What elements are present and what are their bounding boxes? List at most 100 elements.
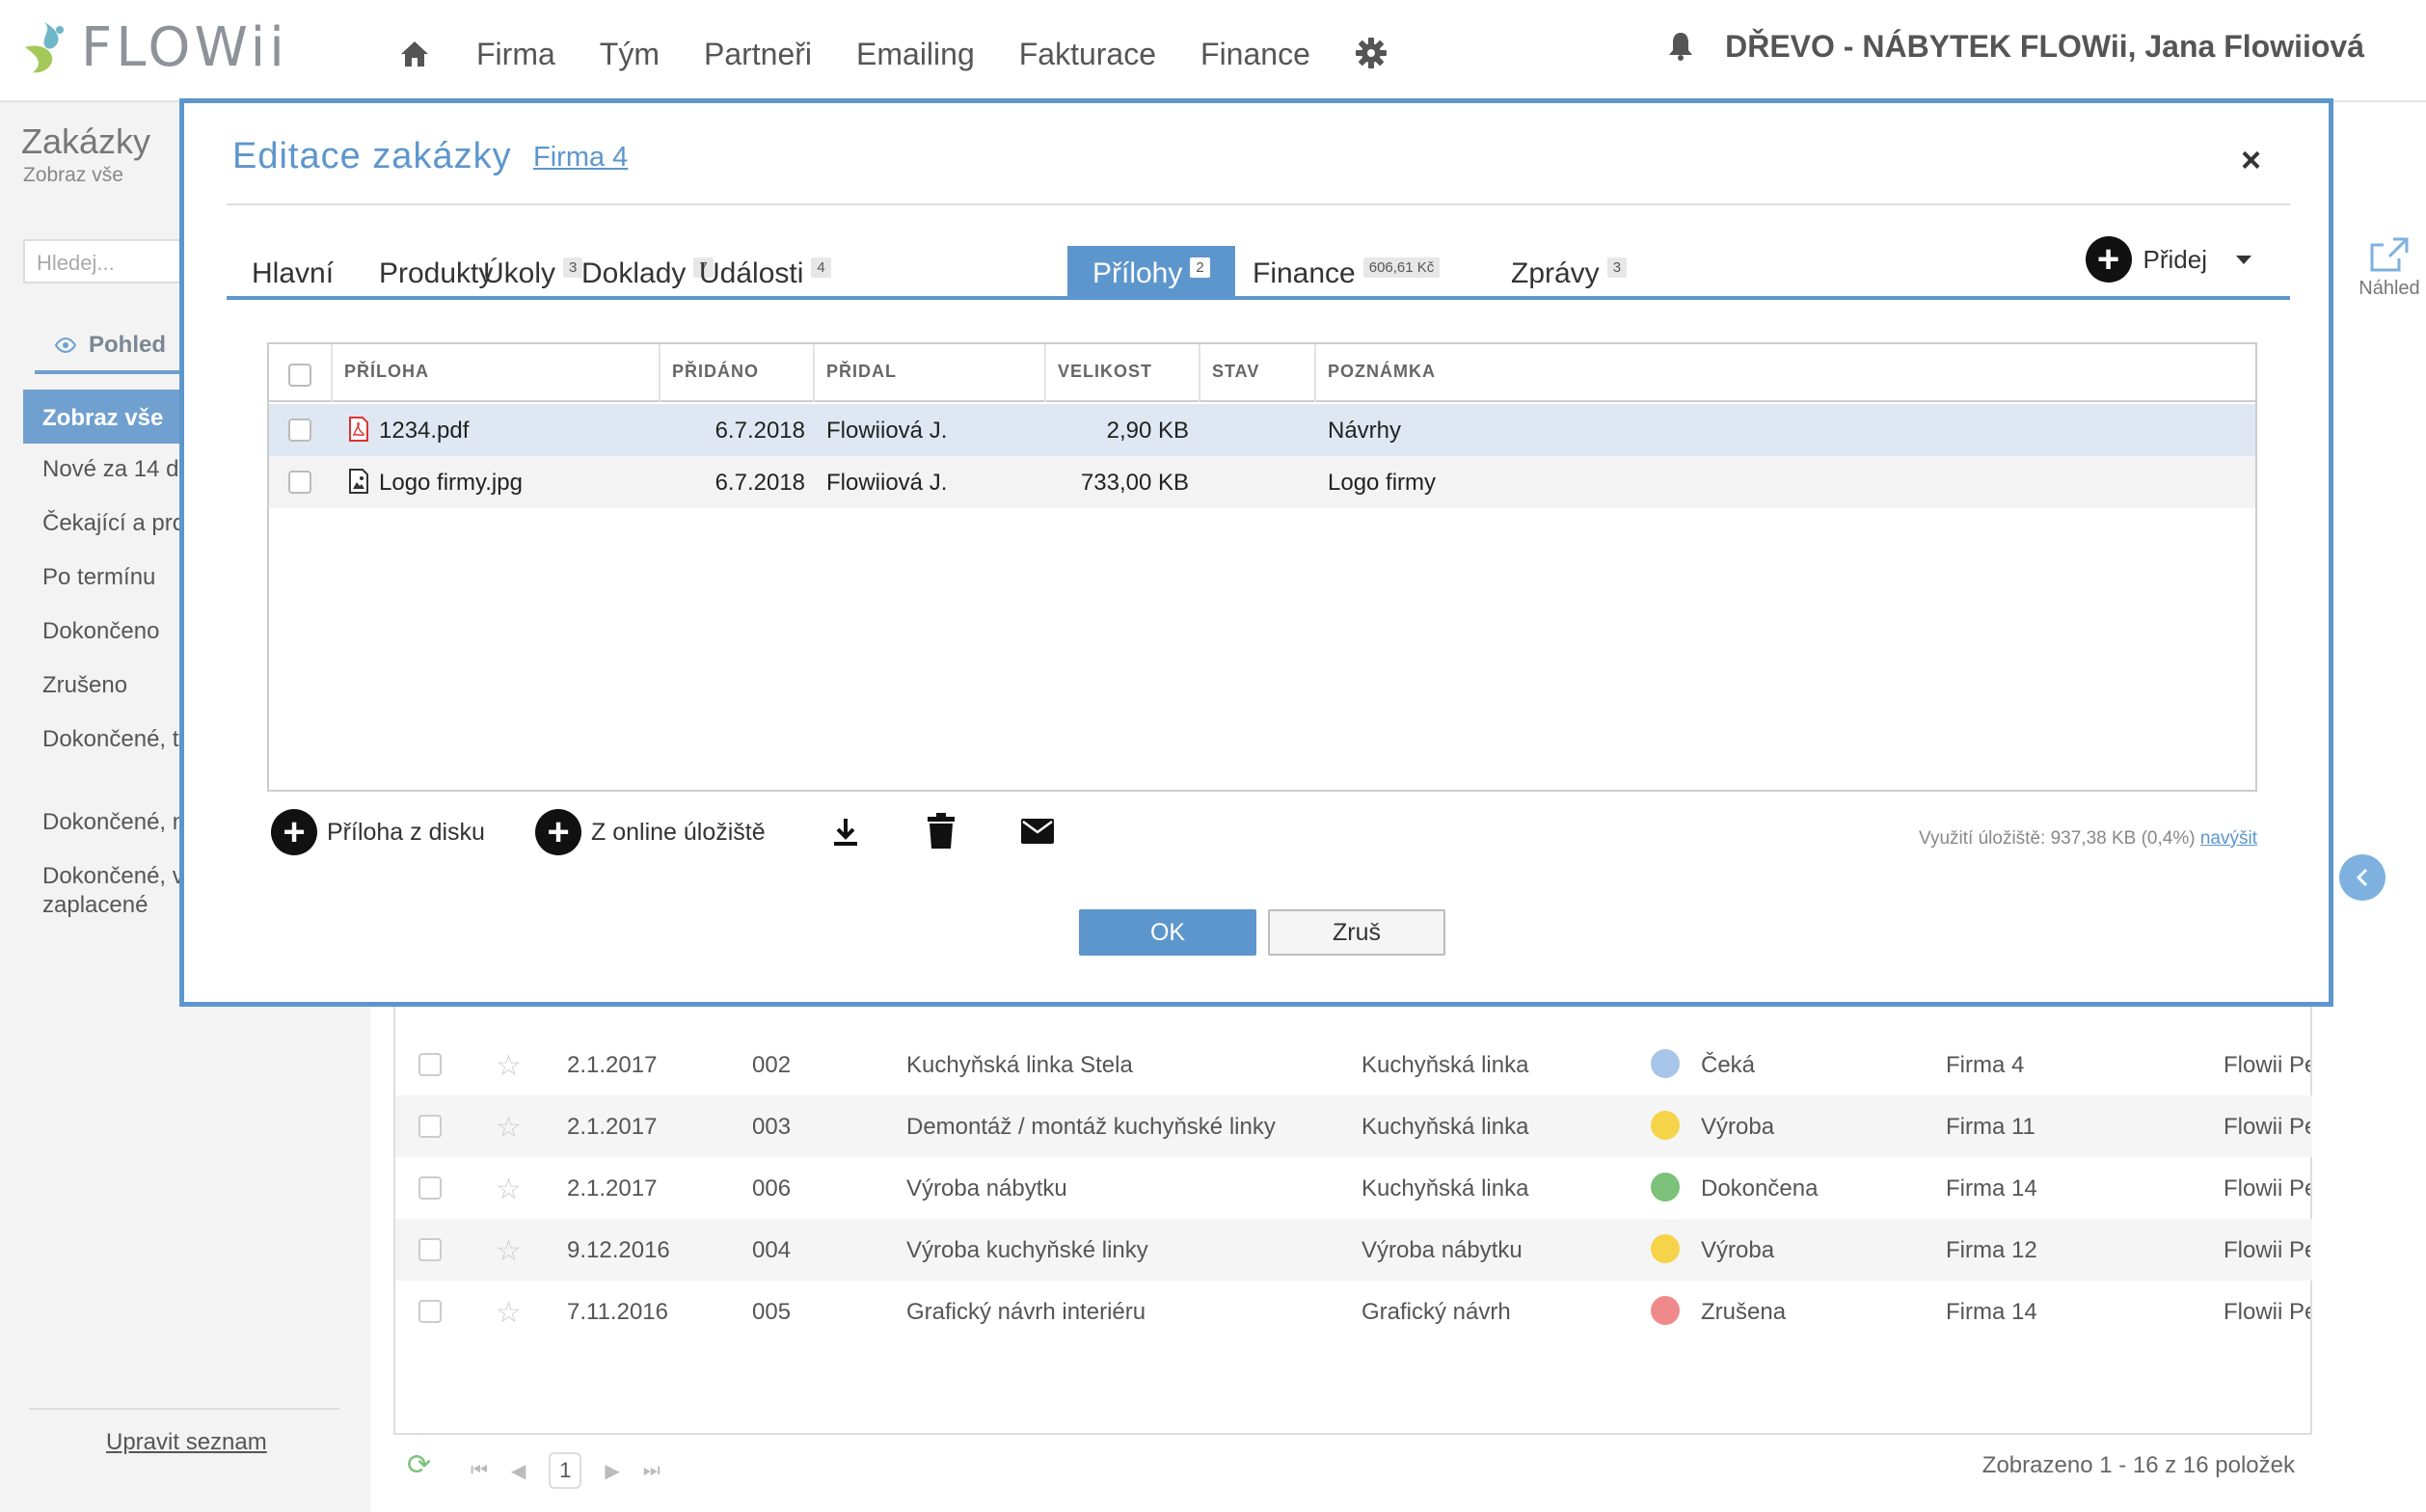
tab-hlavni[interactable]: Hlavní [227,246,359,296]
download-icon[interactable] [832,817,859,848]
table-row[interactable]: ☆ 2.1.2017 002 Kuchyňská linka Stela Kuc… [395,1034,2312,1095]
firm-link[interactable]: Firma 4 [533,142,628,174]
tab-finance[interactable]: Finance 606,61 Kč [1227,246,1465,296]
email-icon[interactable] [1021,819,1054,844]
cell-status: Čeká [1701,1052,1756,1078]
row-checkbox[interactable] [418,1300,442,1323]
nav-item-fakturace[interactable]: Fakturace [1019,37,1156,72]
table-row[interactable]: ☆ 9.12.2016 004 Výroba kuchyňské linky V… [395,1219,2312,1281]
home-icon[interactable] [395,35,434,73]
cell-filename[interactable]: 1234.pdf [379,418,469,445]
upload-from-disk-button[interactable]: + Příloha z disku [271,809,485,855]
next-page-icon[interactable]: ▶ [605,1459,619,1483]
first-page-icon[interactable]: ⏮ [471,1460,488,1482]
table-row[interactable]: ☆ 2.1.2017 006 Výroba nábytku Kuchyňská … [395,1157,2312,1219]
cell-name: Grafický návrh interiéru [906,1299,1146,1325]
star-icon[interactable]: ☆ [496,1111,522,1145]
cell-type: Kuchyňská linka [1361,1175,1529,1202]
play-icon [1651,1234,1680,1263]
nav-item-finance[interactable]: Finance [1200,37,1310,72]
row-checkbox[interactable] [418,1053,442,1076]
preview-button[interactable]: Náhled [2351,237,2426,300]
tab-badge: 606,61 Kč [1362,256,1441,278]
nav-item-tym[interactable]: Tým [600,37,660,72]
bell-icon[interactable] [1667,31,1700,64]
column-header[interactable]: VELIKOST [1046,344,1200,402]
row-checkbox[interactable] [418,1238,442,1261]
attachment-actions: + Příloha z disku + Z online úložiště Vy… [271,794,2257,863]
edit-order-dialog: Editace zakázky Firma 4 × Hlavní Produkt… [179,98,2333,1007]
refresh-icon[interactable]: ⟳ [407,1448,431,1482]
user-name[interactable]: DŘEVO - NÁBYTEK FLOWii, Jana Flowiiová [1725,29,2364,65]
add-button[interactable]: + Přidej [2085,236,2251,283]
header-select [269,344,333,402]
section-subtitle: Zobraz vše [23,164,123,186]
tab-udalosti[interactable]: Události 4 [674,246,856,296]
orders-table: ☆ 2.1.2017 002 Kuchyňská linka Stela Kuc… [393,993,2312,1435]
tab-label: Události [699,257,804,289]
column-header[interactable]: PŘIDAL [815,344,1046,402]
select-all-checkbox[interactable] [288,364,311,387]
increase-storage-link[interactable]: navýšit [2200,828,2257,849]
last-page-icon[interactable]: ⏭ [643,1460,660,1482]
cell-type: Kuchyňská linka [1361,1052,1529,1078]
row-checkbox[interactable] [288,471,311,494]
storage-text: Využití úložiště: 937,38 KB (0,4%) [1919,828,2196,849]
star-icon[interactable]: ☆ [496,1173,522,1206]
cell-firm: Firma 14 [1946,1175,2037,1202]
row-checkbox[interactable] [288,418,311,442]
tab-zpravy[interactable]: Zprávy 3 [1486,246,1652,296]
preview-label: Náhled [2359,278,2420,299]
table-row[interactable]: 1234.pdf 6.7.2018 Flowiiová J. 2,90 KB N… [269,404,2255,456]
nav-item-firma[interactable]: Firma [476,37,555,72]
table-row[interactable]: ☆ 7.11.2016 005 Grafický návrh interiéru… [395,1281,2312,1342]
table-row[interactable]: Logo firmy.jpg 6.7.2018 Flowiiová J. 733… [269,456,2255,508]
collapse-button[interactable] [2339,854,2386,901]
cancel-button[interactable]: Zruš [1268,909,1445,956]
tab-label: Finance [1253,257,1356,289]
cell-type: Kuchyňská linka [1361,1114,1529,1140]
chevron-down-icon[interactable] [2236,255,2251,264]
tab-prilohy[interactable]: Přílohy 2 [1067,246,1235,296]
star-icon[interactable]: ☆ [496,1049,522,1083]
cell-owner: Flowii Petr [2224,1114,2310,1140]
row-checkbox[interactable] [418,1115,442,1138]
gear-icon[interactable] [1355,37,1389,71]
cell-status: Zrušena [1701,1299,1787,1325]
tab-label: Hlavní [252,257,335,289]
column-header[interactable]: PŘIDÁNO [660,344,815,402]
trash-icon[interactable] [927,813,956,850]
cell-filename[interactable]: Logo firmy.jpg [379,470,523,497]
column-header[interactable]: PŘÍLOHA [333,344,660,402]
nav-item-emailing[interactable]: Emailing [856,37,975,72]
cell-number: 005 [752,1299,792,1325]
user-area: DŘEVO - NÁBYTEK FLOWii, Jana Flowiiová [1667,29,2364,65]
upload-from-online-button[interactable]: + Z online úložiště [535,809,766,855]
dialog-title: Editace zakázky [232,136,512,176]
row-checkbox[interactable] [418,1176,442,1200]
prev-page-icon[interactable]: ◀ [511,1459,526,1483]
close-icon[interactable]: × [2241,140,2261,180]
tab-label: Přílohy [1092,257,1183,289]
cell-firm: Firma 4 [1946,1052,2025,1078]
current-page[interactable]: 1 [549,1452,582,1489]
cell-date: 2.1.2017 [567,1175,658,1202]
tab-badge: 4 [811,256,831,278]
flowii-logo-icon [25,22,64,73]
pagination: ⏮ ◀ 1 ▶ ⏭ [471,1452,684,1489]
divider [227,203,2290,205]
logo[interactable]: FLOWii [21,15,288,79]
star-icon[interactable]: ☆ [496,1296,522,1330]
cell-number: 002 [752,1052,792,1078]
star-icon[interactable]: ☆ [496,1234,522,1268]
logo-text: FLOWii [81,15,288,79]
edit-list-link[interactable]: Upravit seznam [106,1429,267,1456]
cell-owner: Flowii Petr [2224,1237,2310,1263]
ok-button[interactable]: OK [1079,909,1256,956]
column-header[interactable]: STAV [1200,344,1316,402]
column-header[interactable]: POZNÁMKA [1316,344,2255,402]
nav-item-partneri[interactable]: Partneři [704,37,812,72]
table-row[interactable]: ☆ 2.1.2017 003 Demontáž / montáž kuchyňs… [395,1095,2312,1157]
divider [29,1408,339,1410]
cell-size: 2,90 KB [1106,418,1189,444]
